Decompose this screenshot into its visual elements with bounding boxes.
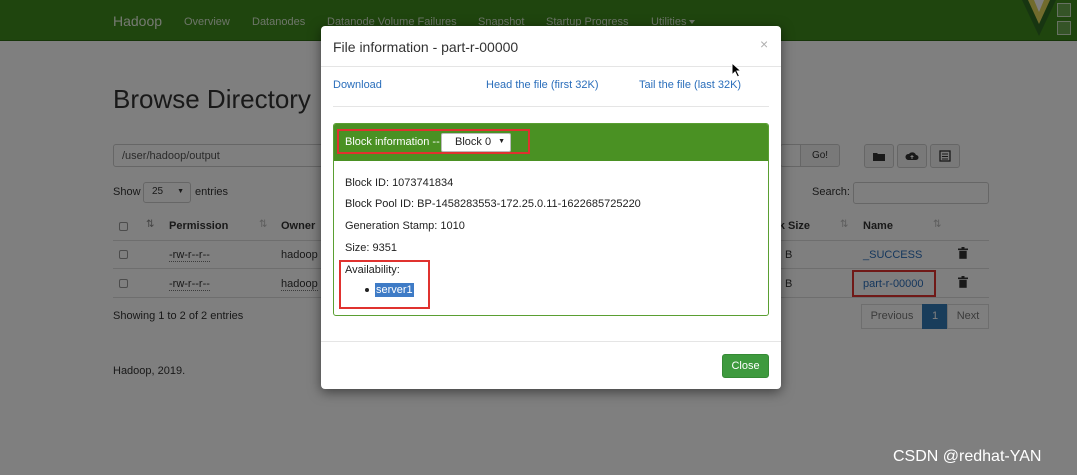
close-icon[interactable]: × [760, 36, 768, 52]
watermark: CSDN @redhat-YAN [893, 448, 1042, 465]
tail-file-link[interactable]: Tail the file (last 32K) [639, 79, 741, 91]
highlight-box [337, 129, 530, 154]
close-button[interactable]: Close [722, 354, 769, 378]
generation-stamp: Generation Stamp: 1010 [345, 220, 465, 232]
mouse-cursor-icon [731, 62, 743, 78]
modal-header-divider [321, 66, 781, 67]
block-size: Size: 9351 [345, 242, 397, 254]
file-info-modal: File information - part-r-00000 × Downlo… [321, 26, 781, 389]
modal-footer-divider [321, 341, 781, 342]
modal-title: File information - part-r-00000 [333, 39, 519, 55]
highlight-box [339, 260, 430, 309]
head-file-link[interactable]: Head the file (first 32K) [486, 79, 599, 91]
block-id: Block ID: 1073741834 [345, 177, 454, 189]
block-pool-id: Block Pool ID: BP-1458283553-172.25.0.11… [345, 198, 641, 210]
links-divider [333, 106, 769, 107]
download-link[interactable]: Download [333, 79, 382, 91]
